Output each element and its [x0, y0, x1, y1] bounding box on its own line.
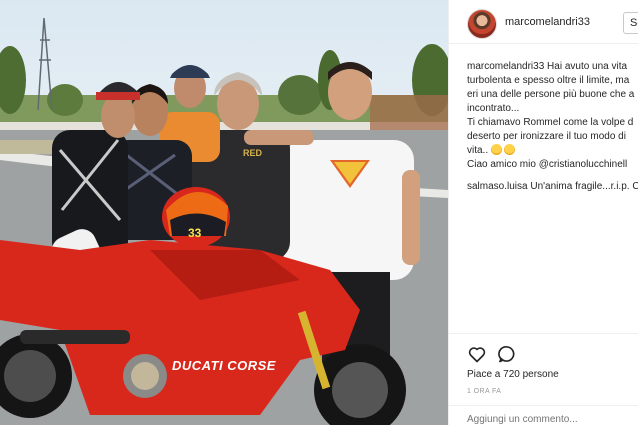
bike-brand-text: DUCATI CORSE [172, 358, 276, 373]
post-username[interactable]: marcomelandri33 [505, 16, 590, 28]
comment-box [449, 405, 638, 425]
post-actions: Piace a 720 persone 1 ORA FA [449, 333, 638, 395]
shirt-text: RED [243, 148, 263, 158]
helmet-number: 33 [188, 226, 202, 240]
comment-line: salmaso.luisa Un'anima fragile...r.i.p. … [467, 181, 638, 192]
sad-face-emoji-icon [503, 144, 515, 155]
caption-line: eri una delle persone più buone che a [467, 89, 635, 100]
likes-count[interactable]: Piace a 720 persone [467, 369, 559, 380]
heart-icon[interactable] [467, 344, 487, 364]
avatar[interactable] [467, 9, 497, 39]
caption-line: marcomelandri33 Hai avuto una vita [467, 61, 628, 72]
post-header: marcomelandri33 Se [449, 0, 638, 44]
post-photo[interactable]: DUCATI CORSE 33 RED [0, 0, 448, 425]
caption-line: deserto per ironizzare il tuo modo di [467, 131, 626, 142]
caption-line: Ti chiamavo Rommel come la volpe d [467, 117, 634, 128]
caption-line: turbolenta e spesso oltre il limite, ma [467, 75, 630, 86]
post-caption: marcomelandri33 Hai avuto una vita turbo… [467, 60, 638, 194]
caption-line: vita.. [467, 145, 489, 156]
post-timestamp: 1 ORA FA [467, 388, 502, 395]
comment-input[interactable] [467, 414, 637, 425]
follow-button[interactable]: Se [623, 12, 638, 34]
caption-line-with-emoji: vita.. [467, 144, 638, 158]
comment-bubble-icon[interactable] [497, 344, 517, 364]
caption-line-mention[interactable]: Ciao amico mio @cristianolucchinell [467, 158, 638, 172]
caption-line: incontrato... [467, 103, 520, 114]
post-side-panel: marcomelandri33 Se marcomelandri33 Hai a… [448, 0, 638, 425]
sad-face-emoji-icon [490, 144, 502, 155]
